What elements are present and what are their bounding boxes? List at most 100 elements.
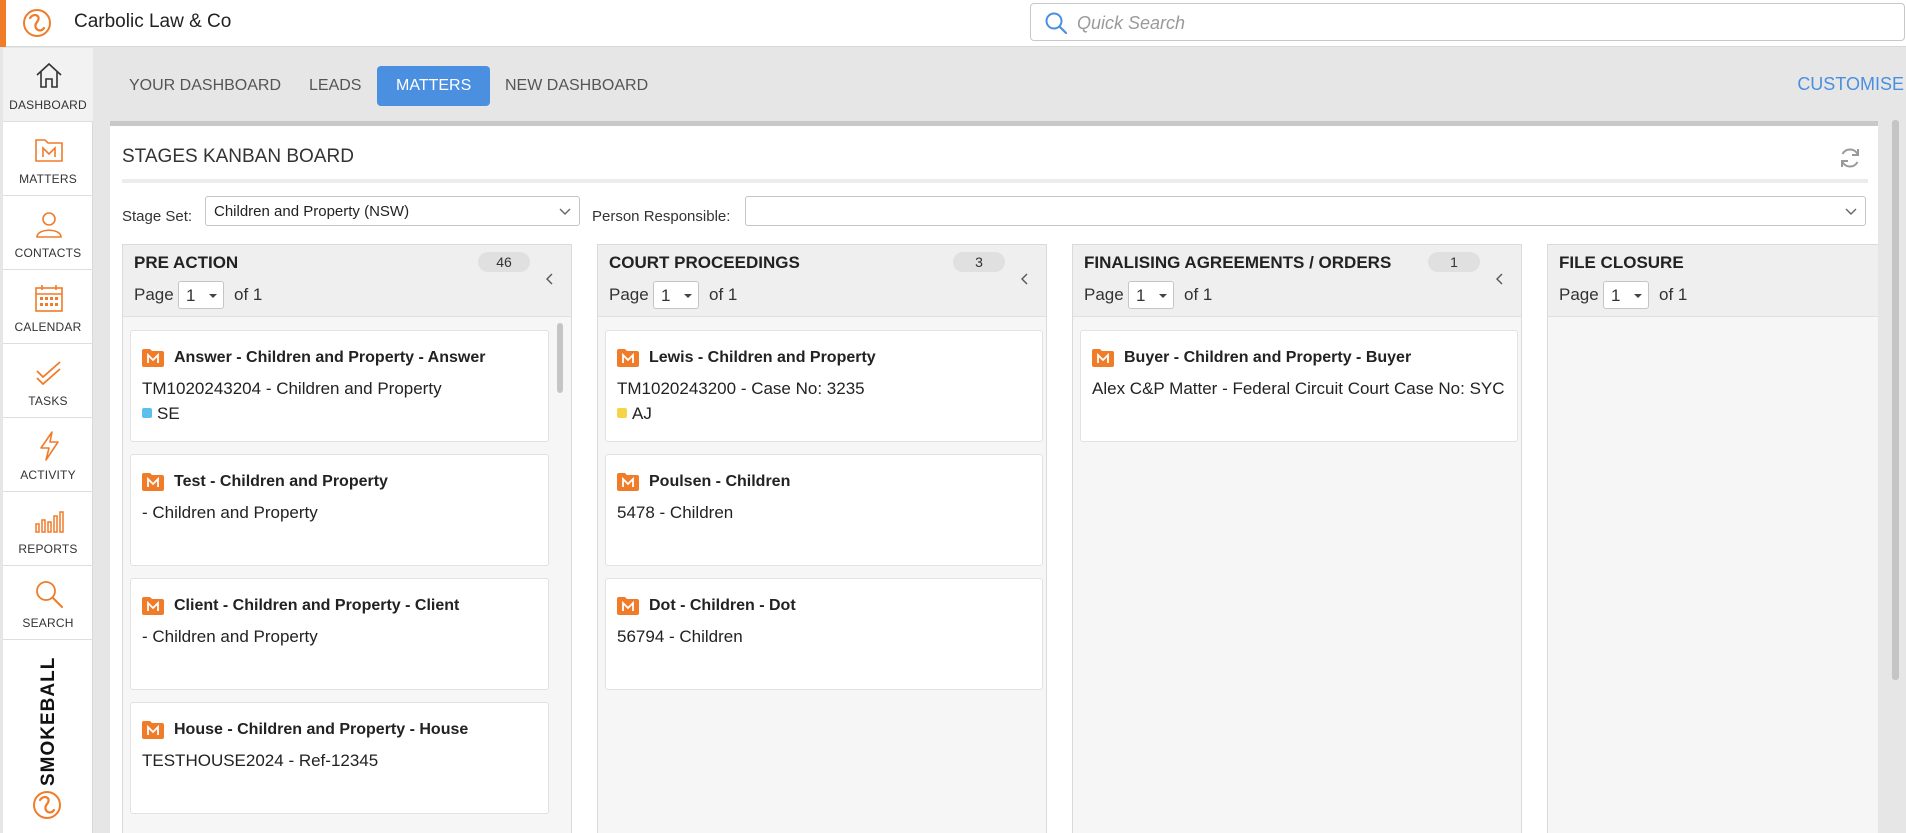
collapse-chevron-icon[interactable] <box>1018 272 1032 286</box>
page-total: of 1 <box>1659 285 1688 304</box>
kanban-board: STAGES KANBAN BOARD Stage Set: Children … <box>110 121 1878 833</box>
matter-card-title: House - Children and Property - House <box>174 721 469 738</box>
activity-icon <box>40 431 59 461</box>
matter-icon <box>1092 349 1114 367</box>
column-scrollbar[interactable] <box>557 323 563 393</box>
matter-card[interactable]: Dot - Children - Dot 56794 - Children <box>605 578 1043 690</box>
page-total: of 1 <box>709 285 738 304</box>
matter-card-subtitle: Alex C&P Matter - Federal Circuit Court … <box>1092 379 1505 398</box>
kanban-column-court-proceedings: COURT PROCEEDINGS 3 Page 1 of 1 Lewis - … <box>597 244 1047 833</box>
stage-set-value: Children and Property (NSW) <box>214 203 410 220</box>
brand-wordmark-text: SMOKEBALL <box>38 656 59 786</box>
sidebar-item-label: MATTERS <box>19 172 77 186</box>
sidebar-item-reports[interactable]: REPORTS <box>3 492 93 566</box>
sidebar-item-label: CALENDAR <box>14 320 82 334</box>
kanban-column-finalising-agreements: FINALISING AGREEMENTS / ORDERS 1 Page 1 … <box>1072 244 1522 833</box>
matter-card[interactable]: Answer - Children and Property - Answer … <box>130 330 549 442</box>
sidebar-item-calendar[interactable]: CALENDAR <box>3 270 93 344</box>
page-scrollbar[interactable] <box>1892 120 1899 680</box>
sidebar-item-label: REPORTS <box>18 542 78 556</box>
column-header: COURT PROCEEDINGS 3 Page 1 of 1 <box>598 245 1046 317</box>
column-title: FILE CLOSURE <box>1559 253 1684 272</box>
column-header: PRE ACTION 46 Page 1 of 1 <box>123 245 571 317</box>
matter-card[interactable]: Client - Children and Property - Client … <box>130 578 549 690</box>
column-count-badge: 1 <box>1428 252 1480 272</box>
brand-accent-strip <box>0 0 6 47</box>
tab-your-dashboard[interactable]: YOUR DASHBOARD <box>110 66 300 106</box>
quick-search-input[interactable]: Quick Search <box>1030 3 1905 41</box>
matter-card-subtitle: TESTHOUSE2024 - Ref-12345 <box>142 751 379 770</box>
sidebar-item-label: TASKS <box>28 394 68 408</box>
stage-set-select[interactable]: Children and Property (NSW) <box>205 196 580 226</box>
matter-card-title: Buyer - Children and Property - Buyer <box>1124 349 1412 366</box>
tab-leads[interactable]: LEADS <box>290 66 380 106</box>
page-select-value: 1 <box>186 286 196 305</box>
matter-icon <box>617 473 639 491</box>
person-responsible-select[interactable] <box>745 196 1866 226</box>
collapse-chevron-icon[interactable] <box>543 272 557 286</box>
sidebar-item-tasks[interactable]: TASKS <box>3 344 93 418</box>
tab-new-dashboard[interactable]: NEW DASHBOARD <box>486 66 667 106</box>
column-count-badge: 46 <box>478 252 530 272</box>
staff-tag: SE <box>142 404 180 424</box>
chevron-down-icon <box>1845 208 1857 215</box>
customise-link[interactable]: CUSTOMISE <box>1797 74 1904 95</box>
sidebar-item-contacts[interactable]: CONTACTS <box>3 196 93 270</box>
chevron-down-icon <box>559 208 571 215</box>
stage-set-label: Stage Set: <box>122 208 193 225</box>
collapse-chevron-icon[interactable] <box>1493 272 1507 286</box>
top-bar: Carbolic Law & Co Quick Search <box>0 0 1906 47</box>
sidebar-item-label: DASHBOARD <box>9 98 87 112</box>
matter-icon <box>617 349 639 367</box>
matter-card[interactable]: Test - Children and Property - Children … <box>130 454 549 566</box>
refresh-icon[interactable] <box>1838 146 1862 170</box>
page-select-value: 1 <box>1136 286 1146 305</box>
matter-card-subtitle: TM1020243204 - Children and Property <box>142 379 442 398</box>
matter-card[interactable]: Poulsen - Children 5478 - Children <box>605 454 1043 566</box>
matter-card-title: Dot - Children - Dot <box>649 597 796 614</box>
contacts-icon <box>36 212 62 238</box>
staff-initials: AJ <box>632 404 652 423</box>
page-total: of 1 <box>1184 285 1213 304</box>
column-title: FINALISING AGREEMENTS / ORDERS <box>1084 253 1392 272</box>
home-icon <box>36 62 62 88</box>
smokeball-logo-icon[interactable] <box>20 6 54 40</box>
calendar-icon <box>35 285 63 312</box>
staff-color-swatch <box>617 408 627 418</box>
sidebar-item-dashboard[interactable]: DASHBOARD <box>3 48 93 122</box>
smokeball-logo-icon <box>33 791 61 819</box>
matter-card[interactable]: House - Children and Property - House TE… <box>130 702 549 814</box>
column-count-badge: 3 <box>953 252 1005 272</box>
sidebar-item-matters[interactable]: MATTERS <box>3 122 93 196</box>
sidebar-item-activity[interactable]: ACTIVITY <box>3 418 93 492</box>
brand-wordmark: SMOKEBALL <box>34 657 59 786</box>
page-select-value: 1 <box>1611 286 1621 305</box>
matter-card[interactable]: Buyer - Children and Property - Buyer Al… <box>1080 330 1518 442</box>
tab-matters[interactable]: MATTERS <box>377 66 491 106</box>
page-select[interactable]: 1 <box>653 281 699 309</box>
staff-color-swatch <box>142 408 152 418</box>
page-label: Page <box>609 285 649 304</box>
board-title: STAGES KANBAN BOARD <box>122 146 354 167</box>
firm-name: Carbolic Law & Co <box>74 11 232 32</box>
column-header: FILE CLOSURE Page 1 of 1 <box>1548 245 1878 317</box>
kanban-column-pre-action: PRE ACTION 46 Page 1 of 1 Answer - Child… <box>122 244 572 833</box>
page-total: of 1 <box>234 285 263 304</box>
page-select[interactable]: 1 <box>178 281 224 309</box>
divider <box>122 179 1868 183</box>
page-select-value: 1 <box>661 286 671 305</box>
sidebar-item-label: SEARCH <box>22 616 74 630</box>
page-select[interactable]: 1 <box>1128 281 1174 309</box>
caret-down-icon <box>1634 294 1642 298</box>
matter-icon <box>142 597 164 615</box>
matter-card[interactable]: Lewis - Children and Property TM10202432… <box>605 330 1043 442</box>
page-label: Page <box>1559 285 1599 304</box>
page-label: Page <box>134 285 174 304</box>
sidebar-item-search[interactable]: SEARCH <box>3 566 93 640</box>
sidebar-item-label: CONTACTS <box>14 246 82 260</box>
matter-card-subtitle: - Children and Property <box>142 627 318 646</box>
staff-initials: SE <box>157 404 180 423</box>
page-select[interactable]: 1 <box>1603 281 1649 309</box>
matter-card-title: Poulsen - Children <box>649 473 791 490</box>
page-label: Page <box>1084 285 1124 304</box>
